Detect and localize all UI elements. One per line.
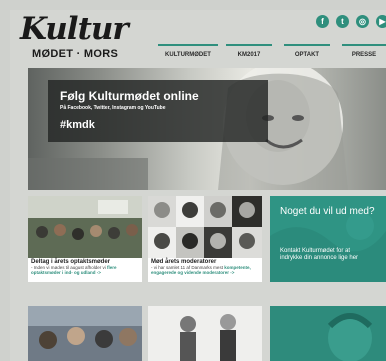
people-photo — [180, 314, 236, 361]
nav-item-km2017[interactable]: KM2017 — [226, 44, 272, 64]
hero-hashtag: #kmdk — [60, 119, 95, 131]
hero-title: Følg Kulturmødet online — [60, 89, 199, 103]
promo-text: Kontakt Kulturmødet for at indrykke din … — [280, 248, 358, 262]
crowd-photo — [28, 196, 142, 258]
hero-caption-box: Følg Kulturmødet online På Facebook, Twi… — [48, 80, 268, 142]
promo-title: Noget du vil ud med? — [280, 206, 375, 217]
logo-script: Kultur — [20, 11, 129, 47]
card-optakt-text[interactable]: Deltag i årets optaktsmøder - Inden vi m… — [28, 258, 142, 282]
bottom-image-2[interactable] — [148, 306, 262, 361]
advertise-promo[interactable]: Noget du vil ud med? Kontakt Kulturmødet… — [270, 196, 386, 282]
portrait-photo — [327, 313, 373, 361]
card-optakt-desc: - Inden vi mødes til august afholder vi … — [31, 265, 139, 275]
card-moderatorer-desc: - vi har samlet 11 af Danmarks mest komp… — [151, 265, 259, 275]
nav-item-presse[interactable]: PRESSE — [342, 44, 386, 64]
twitter-icon[interactable]: t — [336, 15, 349, 28]
moderators-photo-grid — [148, 196, 262, 258]
youtube-icon[interactable]: ▶ — [376, 15, 386, 28]
card-moderatorer-image[interactable] — [148, 196, 262, 258]
bottom-image-3[interactable] — [270, 306, 386, 361]
instagram-icon[interactable]: ◎ — [356, 15, 369, 28]
hero-slider[interactable]: Følg Kulturmødet online På Facebook, Twi… — [28, 68, 386, 190]
site-logo[interactable]: Kultur MØDET · MORS — [20, 11, 129, 61]
facebook-icon[interactable]: f — [316, 15, 329, 28]
hero-subtitle: På Facebook, Twitter, Instagram og YouTu… — [60, 105, 166, 111]
promo-text-line1: Kontakt Kulturmødet for at — [280, 248, 351, 254]
event-photo — [28, 306, 142, 349]
bottom-image-1[interactable] — [28, 306, 142, 361]
card-optakt-image[interactable] — [28, 196, 142, 258]
nav-item-kulturmodet[interactable]: KULTURMØDET — [158, 44, 218, 64]
card-moderatorer-text[interactable]: Mød årets moderatorer - vi har samlet 11… — [148, 258, 262, 282]
promo-text-line2: indrykke din annonce lige her — [280, 255, 359, 261]
nav-item-optakt[interactable]: OPTAKT — [284, 44, 330, 64]
slider-dots — [173, 180, 299, 190]
logo-subtitle: MØDET · MORS — [32, 48, 119, 60]
